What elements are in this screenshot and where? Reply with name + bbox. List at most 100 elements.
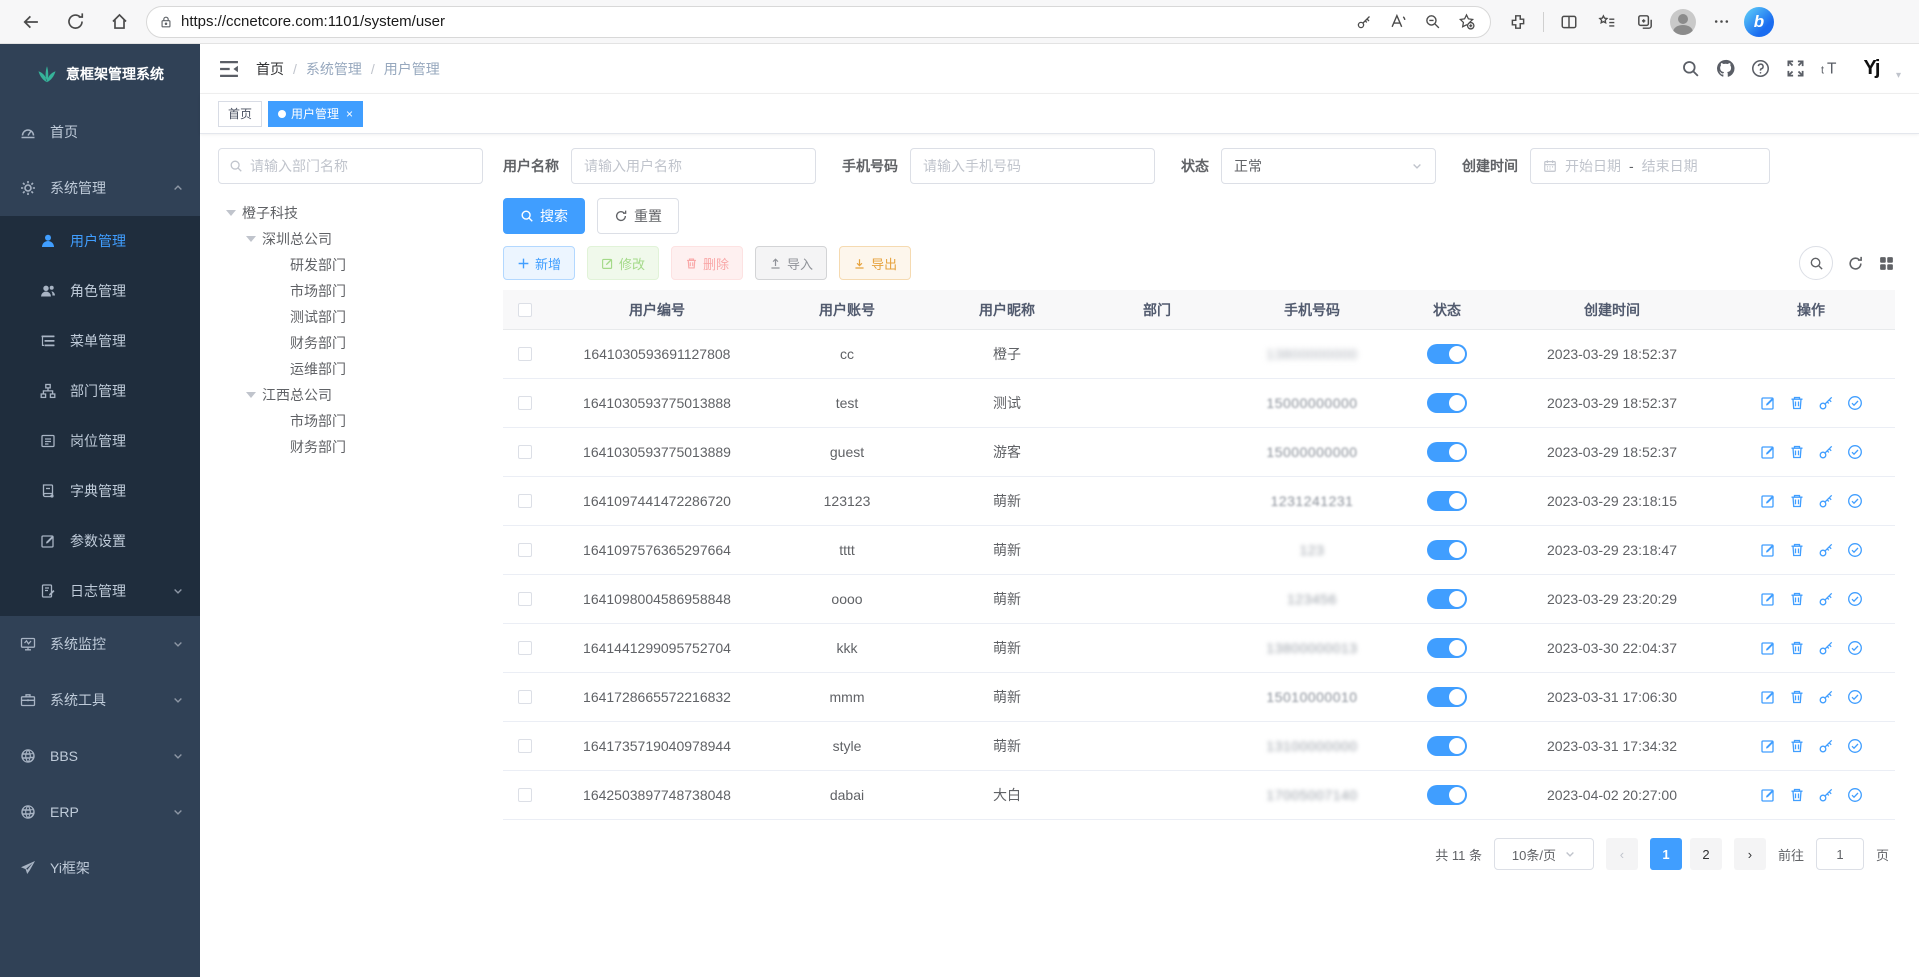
reset-password-icon[interactable] — [1818, 493, 1834, 509]
edit-row-icon[interactable] — [1760, 444, 1776, 460]
status-toggle[interactable] — [1427, 638, 1467, 658]
tree-node[interactable]: 财务部门 — [218, 434, 483, 460]
assign-role-icon[interactable] — [1847, 689, 1863, 705]
status-toggle[interactable] — [1427, 589, 1467, 609]
row-checkbox[interactable] — [518, 592, 532, 606]
status-toggle[interactable] — [1427, 736, 1467, 756]
row-checkbox[interactable] — [518, 543, 532, 557]
row-checkbox[interactable] — [518, 396, 532, 410]
tree-node[interactable]: 测试部门 — [218, 304, 483, 330]
row-checkbox[interactable] — [518, 788, 532, 802]
split-screen-icon[interactable] — [1552, 5, 1586, 39]
status-toggle[interactable] — [1427, 442, 1467, 462]
column-settings-icon[interactable] — [1878, 255, 1895, 272]
sidebar-item-角色管理[interactable]: 角色管理 — [0, 266, 200, 316]
tree-node[interactable]: 橙子科技 — [218, 200, 483, 226]
status-toggle[interactable] — [1427, 344, 1467, 364]
delete-row-icon[interactable] — [1789, 689, 1805, 705]
username-field[interactable] — [571, 148, 816, 184]
row-checkbox[interactable] — [518, 494, 532, 508]
import-button[interactable]: 导入 — [755, 246, 827, 280]
reset-password-icon[interactable] — [1818, 395, 1834, 411]
hamburger-icon[interactable] — [218, 58, 240, 80]
user-avatar[interactable]: Yj — [1856, 54, 1886, 84]
assign-role-icon[interactable] — [1847, 542, 1863, 558]
page-size-select[interactable]: 10条/页 — [1494, 838, 1594, 870]
phone-input[interactable] — [923, 158, 1142, 174]
department-search-input[interactable] — [250, 158, 472, 174]
delete-row-icon[interactable] — [1789, 542, 1805, 558]
sidebar-item-ERP[interactable]: ERP — [0, 784, 200, 840]
edit-row-icon[interactable] — [1760, 395, 1776, 411]
app-logo[interactable]: 意框架管理系统 — [0, 44, 200, 104]
delete-row-icon[interactable] — [1789, 395, 1805, 411]
copilot-icon[interactable]: b — [1742, 5, 1776, 39]
read-aloud-icon[interactable] — [1384, 8, 1412, 36]
sidebar-item-BBS[interactable]: BBS — [0, 728, 200, 784]
delete-row-icon[interactable] — [1789, 640, 1805, 656]
assign-role-icon[interactable] — [1847, 444, 1863, 460]
page-button-1[interactable]: 1 — [1650, 838, 1682, 870]
sidebar-item-岗位管理[interactable]: 岗位管理 — [0, 416, 200, 466]
tree-node[interactable]: 运维部门 — [218, 356, 483, 382]
status-toggle[interactable] — [1427, 785, 1467, 805]
breadcrumb-system[interactable]: 系统管理 — [306, 59, 362, 79]
back-icon[interactable] — [14, 5, 48, 39]
delete-row-icon[interactable] — [1789, 444, 1805, 460]
tree-node[interactable]: 市场部门 — [218, 278, 483, 304]
fullscreen-icon[interactable] — [1786, 59, 1805, 78]
add-button[interactable]: 新增 — [503, 246, 575, 280]
edit-row-icon[interactable] — [1760, 591, 1776, 607]
assign-role-icon[interactable] — [1847, 493, 1863, 509]
assign-role-icon[interactable] — [1847, 787, 1863, 803]
row-checkbox[interactable] — [518, 690, 532, 704]
export-button[interactable]: 导出 — [839, 246, 911, 280]
edit-row-icon[interactable] — [1760, 738, 1776, 754]
tab-groups-icon[interactable] — [1628, 5, 1662, 39]
row-checkbox[interactable] — [518, 641, 532, 655]
tag-用户管理[interactable]: 用户管理 × — [268, 101, 363, 127]
tree-expand-icon[interactable] — [226, 210, 236, 216]
tag-首页[interactable]: 首页 — [218, 101, 262, 127]
date-range-picker[interactable]: 开始日期 - 结束日期 — [1530, 148, 1770, 184]
refresh-table-icon[interactable] — [1847, 255, 1864, 272]
collections-icon[interactable] — [1590, 5, 1624, 39]
extensions-icon[interactable] — [1501, 5, 1535, 39]
sidebar-item-系统管理[interactable]: 系统管理 — [0, 160, 200, 216]
assign-role-icon[interactable] — [1847, 640, 1863, 656]
home-icon[interactable] — [102, 5, 136, 39]
breadcrumb-home[interactable]: 首页 — [256, 59, 284, 79]
reset-password-icon[interactable] — [1818, 640, 1834, 656]
edit-row-icon[interactable] — [1760, 640, 1776, 656]
address-bar[interactable]: https://ccnetcore.com:1101/system/user — [146, 6, 1491, 38]
sidebar-item-参数设置[interactable]: 参数设置 — [0, 516, 200, 566]
assign-role-icon[interactable] — [1847, 591, 1863, 607]
sidebar-item-系统工具[interactable]: 系统工具 — [0, 672, 200, 728]
toggle-search-button[interactable] — [1799, 246, 1833, 280]
username-input[interactable] — [584, 158, 803, 174]
tree-node[interactable]: 江西总公司 — [218, 382, 483, 408]
next-page-button[interactable]: › — [1734, 838, 1766, 870]
edit-row-icon[interactable] — [1760, 542, 1776, 558]
url-text[interactable]: https://ccnetcore.com:1101/system/user — [181, 13, 1342, 30]
row-checkbox[interactable] — [518, 445, 532, 459]
github-icon[interactable] — [1716, 59, 1735, 78]
tree-expand-icon[interactable] — [246, 392, 256, 398]
sidebar-item-系统监控[interactable]: 系统监控 — [0, 616, 200, 672]
tree-node[interactable]: 市场部门 — [218, 408, 483, 434]
edit-row-icon[interactable] — [1760, 787, 1776, 803]
reset-button[interactable]: 重置 — [597, 198, 679, 234]
goto-page-input[interactable] — [1816, 838, 1864, 870]
close-icon[interactable]: × — [346, 107, 353, 121]
reset-password-icon[interactable] — [1818, 689, 1834, 705]
search-button[interactable]: 搜索 — [503, 198, 585, 234]
sidebar-item-用户管理[interactable]: 用户管理 — [0, 216, 200, 266]
delete-row-icon[interactable] — [1789, 738, 1805, 754]
assign-role-icon[interactable] — [1847, 738, 1863, 754]
reset-password-icon[interactable] — [1818, 542, 1834, 558]
department-search[interactable] — [218, 148, 483, 184]
help-icon[interactable] — [1751, 59, 1770, 78]
delete-row-icon[interactable] — [1789, 787, 1805, 803]
tree-node[interactable]: 财务部门 — [218, 330, 483, 356]
status-toggle[interactable] — [1427, 393, 1467, 413]
